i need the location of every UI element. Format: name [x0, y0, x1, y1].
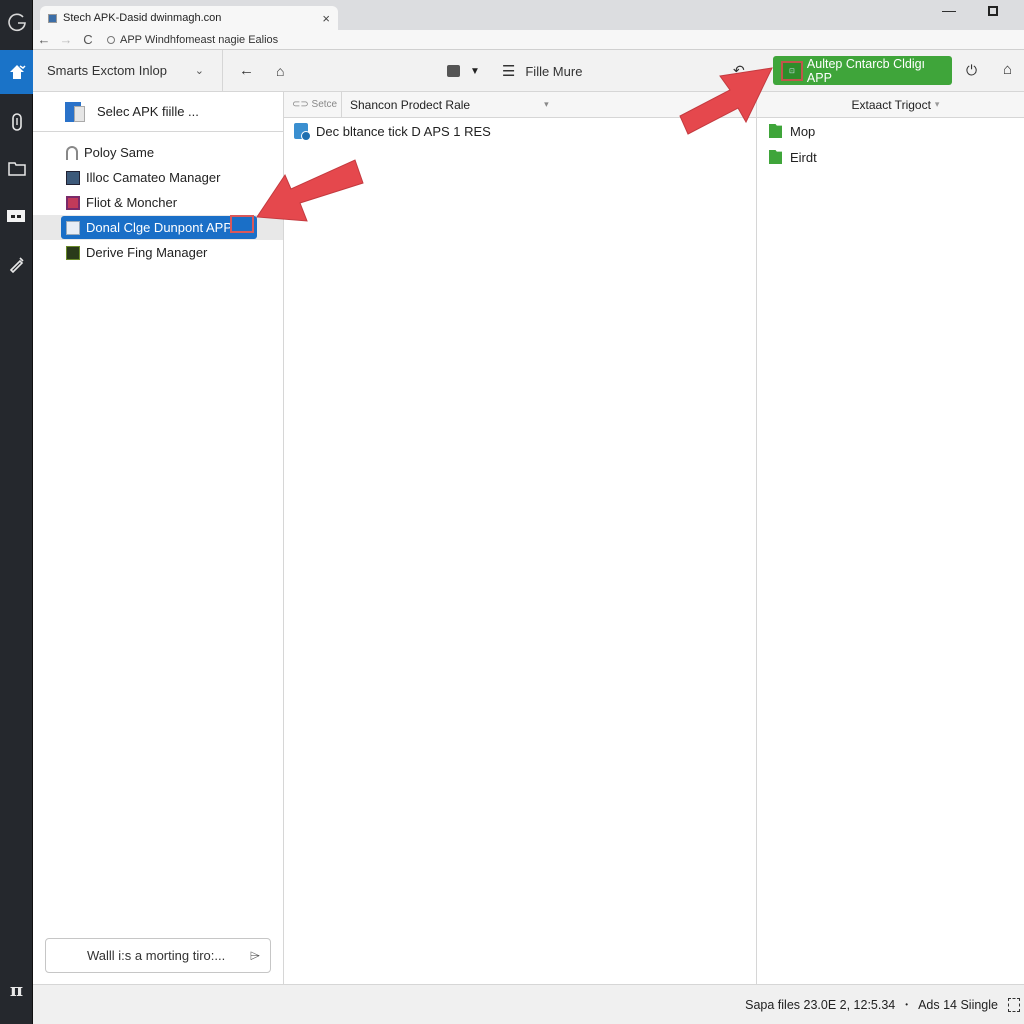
- toolbar-center-group: ▼ ☰ Fille Mure: [447, 50, 582, 92]
- home-icon[interactable]: ⌂: [276, 63, 284, 79]
- tab-title: Stech APK-Dasid dwinmagh.con: [63, 12, 222, 24]
- tree-item-label: Poloy Same: [84, 145, 155, 160]
- app-tree: Poloy Same Illoc Camateo Manager Fliot &…: [33, 132, 283, 265]
- paperclip-icon[interactable]: [0, 100, 33, 144]
- browser-tab[interactable]: Stech APK-Dasid dwinmagh.con ×: [40, 6, 338, 30]
- tree-item-selected[interactable]: Donal Clge Dunpont APP: [33, 215, 283, 240]
- middle-pane: ⊂⊃ Setce Shancon Prodect Rale ▾ Dec blta…: [284, 91, 757, 984]
- left-rail: π: [0, 0, 33, 1024]
- policy-icon: [66, 145, 78, 160]
- select-apk-file-button[interactable]: Selec APK fiille ...: [33, 92, 283, 132]
- file-more-menu[interactable]: Fille Mure: [525, 64, 582, 79]
- folder-name: Eirdt: [790, 149, 817, 165]
- tab-close-icon[interactable]: ×: [322, 11, 330, 26]
- browser-back-icon[interactable]: ←: [33, 32, 55, 47]
- edit-icon[interactable]: ⌲: [250, 948, 260, 964]
- window-minimize-button[interactable]: —: [942, 2, 956, 18]
- pen-icon[interactable]: [0, 242, 33, 286]
- right-pane: Extaact Trigoct ▾ Mop Eirdt: [757, 92, 1024, 984]
- extract-target-dropdown[interactable]: Extaact Trigoct ▾: [757, 92, 1024, 118]
- column-header-setce[interactable]: ⊂⊃ Setce: [284, 91, 342, 118]
- browser-reload-icon[interactable]: C: [77, 32, 99, 47]
- status-bar: Sapa files 23.0E 2, 12:5.34 • Ads 14 Sii…: [33, 984, 1024, 1024]
- logo-g-icon[interactable]: [0, 0, 33, 44]
- expand-icon[interactable]: [1008, 997, 1020, 1012]
- column-header-name[interactable]: Shancon Prodect Rale ▾: [342, 98, 756, 112]
- tree-item-label: Derive Fing Manager: [86, 245, 208, 260]
- folder-row[interactable]: Mop: [757, 118, 1024, 144]
- back-arrow-icon[interactable]: ←: [239, 62, 254, 79]
- address-bar: ← → C APP Windhfomeast nagie Ealios: [33, 30, 1024, 50]
- folder-icon[interactable]: [0, 146, 33, 190]
- house-icon[interactable]: ⌂: [1003, 61, 1012, 78]
- chevron-down-icon: ⌄: [194, 65, 204, 77]
- status-saved-text: Sapa files 23.0E 2, 12:5.34: [745, 997, 896, 1012]
- search-input[interactable]: Walll i:s a morting tiro:... ⌲: [45, 938, 271, 973]
- tree-item-label: Donal Clge Dunpont APP: [86, 220, 232, 235]
- column-header-name-label: Shancon Prodect Rale: [350, 97, 471, 112]
- tree-item-label: Fliot & Moncher: [86, 195, 178, 210]
- monitor-icon[interactable]: [447, 65, 460, 77]
- camera-manager-icon: [66, 170, 80, 185]
- file-row[interactable]: Dec bltance tick D APS 1 RES: [284, 118, 756, 144]
- browser-forward-icon[interactable]: →: [55, 32, 77, 47]
- middle-pane-header: ⊂⊃ Setce Shancon Prodect Rale ▾: [284, 91, 756, 118]
- pi-icon[interactable]: π: [0, 968, 33, 1012]
- extract-button-label: Aultep Cntarcb Cldigı APP: [806, 56, 926, 85]
- site-info-icon[interactable]: [107, 35, 115, 44]
- folder-row[interactable]: Eirdt: [757, 144, 1024, 170]
- caret-down-icon[interactable]: ▼: [470, 66, 480, 77]
- app-toolbar: Smarts Exctom Inlop ⌄ ← ⌂ ▼ ☰ Fille Mure…: [33, 49, 1024, 92]
- app-window: π Stech APK-Dasid dwinmagh.con × — ← → C…: [0, 0, 1024, 1024]
- url-text: APP Windhfomeast nagie Ealios: [120, 33, 279, 46]
- tree-item[interactable]: Poloy Same: [33, 140, 283, 165]
- apk-file-icon: [294, 123, 311, 141]
- folder-icon: [66, 220, 80, 235]
- hamburger-menu-icon[interactable]: ☰: [502, 62, 515, 80]
- home-upload-icon[interactable]: [0, 50, 33, 94]
- favicon-icon: [48, 13, 57, 23]
- chevron-down-icon: ▾: [544, 99, 549, 109]
- power-icon[interactable]: ⏻: [966, 62, 977, 79]
- file-name: Dec bltance tick D APS 1 RES: [316, 123, 491, 139]
- green-folder-icon: [769, 124, 782, 138]
- document-icon: [65, 101, 85, 122]
- app-selector-dropdown[interactable]: Smarts Exctom Inlop ⌄: [33, 49, 223, 92]
- window-maximize-button[interactable]: [988, 6, 998, 16]
- app-selector-value: Smarts Exctom Inlop: [47, 63, 167, 78]
- undo-icon[interactable]: ↶: [733, 62, 745, 79]
- search-input-value: Walll i:s a morting tiro:...: [87, 948, 226, 963]
- browser-titlebar: Stech APK-Dasid dwinmagh.con × —: [33, 0, 1024, 30]
- extract-target-label: Extaact Trigoct: [851, 97, 931, 112]
- status-ads-text: Ads 14 Siingle: [918, 997, 998, 1012]
- chevron-down-icon: ▾: [934, 99, 940, 109]
- select-apk-label: Selec APK fiille ...: [97, 104, 199, 119]
- extract-apk-button[interactable]: ⊡ Aultep Cntarcb Cldigı APP: [773, 56, 952, 85]
- mask-icon[interactable]: [0, 194, 33, 238]
- left-pane: Selec APK fiille ... Poloy Same Illoc Ca…: [33, 92, 284, 984]
- launcher-icon: [66, 195, 80, 210]
- tree-item-label: Illoc Camateo Manager: [86, 170, 221, 185]
- tree-item[interactable]: Fliot & Moncher: [33, 190, 283, 215]
- green-folder-icon: [769, 150, 782, 164]
- url-field[interactable]: APP Windhfomeast nagie Ealios: [107, 34, 278, 46]
- tree-item[interactable]: Illoc Camateo Manager: [33, 165, 283, 190]
- tree-item[interactable]: Derive Fing Manager: [33, 240, 283, 265]
- extract-mini-icon: ⊡: [781, 60, 803, 81]
- status-separator: •: [905, 1000, 909, 1009]
- folder-name: Mop: [790, 123, 816, 139]
- annotation-marker: [230, 215, 254, 233]
- drive-manager-icon: [66, 245, 80, 260]
